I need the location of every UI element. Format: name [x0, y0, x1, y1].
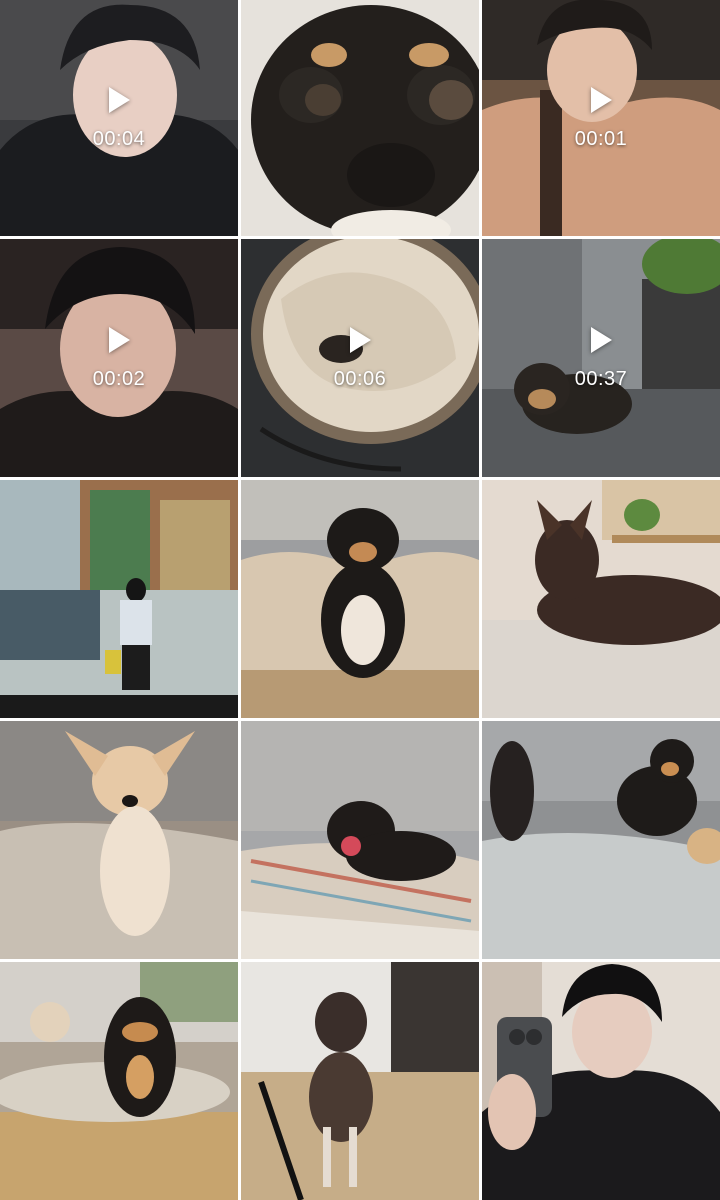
thumbnail-image — [241, 0, 479, 236]
thumbnail-image — [0, 721, 238, 959]
thumbnail-image — [0, 962, 238, 1200]
photo-thumbnail-13[interactable] — [0, 962, 238, 1200]
photo-thumbnail-2[interactable] — [241, 0, 479, 236]
photo-grid: 00:04 00:01 00:02 00:06 00:37 — [0, 0, 720, 1200]
photo-thumbnail-8[interactable] — [241, 480, 479, 718]
thumbnail-image — [241, 239, 479, 477]
thumbnail-image — [241, 721, 479, 959]
video-thumbnail-4[interactable]: 00:02 — [0, 239, 238, 477]
photo-thumbnail-10[interactable] — [0, 721, 238, 959]
thumbnail-image — [241, 962, 479, 1200]
thumbnail-image — [482, 480, 720, 718]
thumbnail-image — [482, 0, 720, 236]
photo-thumbnail-11[interactable] — [241, 721, 479, 959]
thumbnail-image — [482, 239, 720, 477]
photo-thumbnail-12[interactable] — [482, 721, 720, 959]
video-thumbnail-3[interactable]: 00:01 — [482, 0, 720, 236]
photo-thumbnail-9[interactable] — [482, 480, 720, 718]
video-thumbnail-1[interactable]: 00:04 — [0, 0, 238, 236]
thumbnail-image — [0, 239, 238, 477]
thumbnail-image — [0, 0, 238, 236]
thumbnail-image — [241, 480, 479, 718]
video-thumbnail-6[interactable]: 00:37 — [482, 239, 720, 477]
thumbnail-image — [482, 962, 720, 1200]
photo-thumbnail-15[interactable] — [482, 962, 720, 1200]
video-thumbnail-5[interactable]: 00:06 — [241, 239, 479, 477]
thumbnail-image — [482, 721, 720, 959]
photo-thumbnail-14[interactable] — [241, 962, 479, 1200]
thumbnail-image — [0, 480, 238, 718]
photo-thumbnail-7[interactable] — [0, 480, 238, 718]
